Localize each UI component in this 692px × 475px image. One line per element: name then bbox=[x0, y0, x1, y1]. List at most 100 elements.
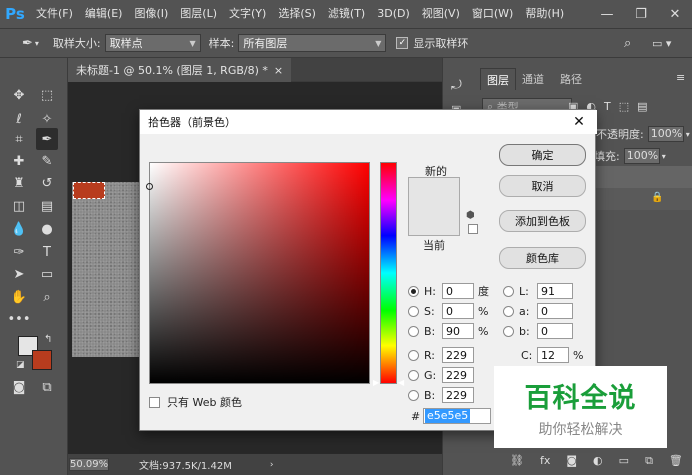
l-radio[interactable] bbox=[503, 285, 514, 297]
color-libraries-button[interactable]: 颜色库 bbox=[499, 247, 586, 269]
workspace-icon[interactable]: ▭ ▾ bbox=[652, 37, 671, 50]
only-web-colors-checkbox[interactable] bbox=[149, 396, 160, 408]
history-brush-tool-icon[interactable]: ↺ bbox=[36, 172, 58, 194]
marquee-tool-icon[interactable]: ⬚ bbox=[36, 84, 58, 106]
tab-layers[interactable]: 图层 bbox=[480, 68, 516, 90]
shape-filter-icon[interactable]: ⬚ bbox=[619, 100, 629, 113]
menu-window[interactable]: 窗口(W) bbox=[466, 0, 519, 28]
move-tool-icon[interactable]: ✥ bbox=[8, 84, 30, 106]
brush-tool-icon[interactable]: ✎ bbox=[36, 150, 58, 172]
hue-slider-left-arrow-icon[interactable]: ▶ bbox=[373, 378, 379, 387]
path-select-tool-icon[interactable]: ➤ bbox=[8, 263, 30, 285]
s-field[interactable]: 0 bbox=[442, 303, 474, 319]
opacity-field[interactable]: 100% bbox=[647, 126, 684, 142]
new-group-icon[interactable]: ▭ bbox=[619, 454, 629, 468]
l-field[interactable]: 91 bbox=[537, 283, 573, 299]
hue-slider[interactable] bbox=[380, 162, 397, 384]
current-color-swatch[interactable] bbox=[408, 207, 460, 236]
r-field[interactable]: 229 bbox=[442, 347, 474, 363]
type-filter-icon[interactable]: T bbox=[604, 100, 611, 113]
add-mask-icon[interactable]: ◙ bbox=[566, 454, 577, 468]
stamp-tool-icon[interactable]: ♜ bbox=[8, 172, 30, 194]
eraser-tool-icon[interactable]: ◫ bbox=[8, 195, 30, 217]
swap-colors-icon[interactable]: ↰ bbox=[44, 334, 52, 345]
screen-mode-icon[interactable]: ⧉ bbox=[36, 376, 58, 398]
gradient-tool-icon[interactable]: ▤ bbox=[36, 195, 58, 217]
a-field[interactable]: 0 bbox=[537, 303, 573, 319]
hue-slider-right-arrow-icon[interactable]: ◀ bbox=[398, 378, 404, 387]
hand-tool-icon[interactable]: ✋ bbox=[8, 286, 30, 308]
blue-field[interactable]: 229 bbox=[442, 387, 474, 403]
chevron-down-icon[interactable]: ▾ bbox=[662, 152, 666, 161]
g-radio[interactable] bbox=[408, 369, 419, 381]
healing-brush-tool-icon[interactable]: ✚ bbox=[8, 150, 30, 172]
magic-wand-tool-icon[interactable]: ✧ bbox=[36, 108, 58, 130]
h-radio[interactable] bbox=[408, 285, 419, 297]
type-tool-icon[interactable]: T bbox=[36, 241, 58, 263]
status-menu-arrow-icon[interactable]: › bbox=[270, 460, 274, 470]
zoom-level[interactable]: 50.09% bbox=[69, 458, 109, 471]
h-field[interactable]: 0 bbox=[442, 283, 474, 299]
menu-image[interactable]: 图像(I) bbox=[128, 0, 174, 28]
show-ring-checkbox[interactable]: ✓ bbox=[396, 37, 409, 49]
g-field[interactable]: 229 bbox=[442, 367, 474, 383]
panel-menu-icon[interactable]: ≡ bbox=[676, 71, 685, 84]
new-layer-icon[interactable]: ⧉ bbox=[645, 454, 653, 468]
lab-b-field[interactable]: 0 bbox=[537, 323, 573, 339]
tool-preset-chevron-icon[interactable]: ▾ bbox=[35, 39, 39, 48]
close-tab-icon[interactable]: × bbox=[274, 64, 283, 77]
blur-tool-icon[interactable]: 💧 bbox=[8, 218, 30, 240]
menu-3d[interactable]: 3D(D) bbox=[371, 0, 416, 28]
rectangle-tool-icon[interactable]: ▭ bbox=[36, 263, 58, 285]
add-to-swatches-button[interactable]: 添加到色板 bbox=[499, 210, 586, 232]
sample-size-select[interactable]: 取样点 ▼ bbox=[104, 34, 201, 52]
lab-b-radio[interactable] bbox=[503, 325, 514, 337]
link-layers-icon[interactable]: ⛓ bbox=[510, 454, 524, 468]
s-radio[interactable] bbox=[408, 305, 419, 317]
more-tools-icon[interactable]: ••• bbox=[8, 308, 31, 330]
background-color-swatch[interactable] bbox=[32, 350, 52, 370]
chevron-down-icon[interactable]: ▾ bbox=[686, 130, 690, 139]
menu-file[interactable]: 文件(F) bbox=[30, 0, 79, 28]
document-canvas[interactable] bbox=[72, 182, 142, 357]
eyedropper-tool-icon[interactable]: ✒ bbox=[36, 128, 58, 150]
smart-object-filter-icon[interactable]: ▤ bbox=[637, 100, 647, 113]
cancel-button[interactable]: 取消 bbox=[499, 175, 586, 197]
restore-icon[interactable]: ❐ bbox=[624, 0, 658, 28]
document-tab[interactable]: 未标题-1 @ 50.1% (图层 1, RGB/8) * × bbox=[68, 58, 292, 82]
adjustment-layer-icon[interactable]: ◐ bbox=[593, 454, 603, 468]
r-radio[interactable] bbox=[408, 349, 419, 361]
b-radio[interactable] bbox=[408, 325, 419, 337]
menu-view[interactable]: 视图(V) bbox=[416, 0, 466, 28]
pen-tool-icon[interactable]: ✑ bbox=[8, 241, 30, 263]
menu-help[interactable]: 帮助(H) bbox=[519, 0, 570, 28]
dodge-tool-icon[interactable]: ● bbox=[36, 218, 58, 240]
fill-field[interactable]: 100% bbox=[623, 148, 660, 164]
crop-tool-icon[interactable]: ⌗ bbox=[8, 128, 30, 150]
menu-layer[interactable]: 图层(L) bbox=[174, 0, 223, 28]
saturation-brightness-field[interactable] bbox=[149, 162, 370, 384]
sample-select[interactable]: 所有图层 ▼ bbox=[238, 34, 387, 52]
selection-rectangle[interactable] bbox=[73, 182, 105, 199]
close-icon[interactable]: ✕ bbox=[658, 0, 692, 28]
c-field[interactable]: 12 bbox=[537, 347, 569, 363]
fx-icon[interactable]: fx bbox=[540, 454, 550, 468]
hex-field[interactable]: e5e5e5 bbox=[423, 408, 491, 424]
a-radio[interactable] bbox=[503, 305, 514, 317]
search-icon[interactable]: ⌕ bbox=[624, 36, 631, 51]
quick-mask-icon[interactable]: ◙ bbox=[8, 376, 30, 398]
minimize-icon[interactable]: — bbox=[590, 0, 624, 28]
blue-radio[interactable] bbox=[408, 389, 419, 401]
delete-layer-icon[interactable]: 🗑 bbox=[669, 454, 683, 468]
zoom-tool-icon[interactable]: ⌕ bbox=[36, 286, 58, 308]
menu-select[interactable]: 选择(S) bbox=[272, 0, 322, 28]
menu-type[interactable]: 文字(Y) bbox=[223, 0, 272, 28]
menu-edit[interactable]: 编辑(E) bbox=[79, 0, 129, 28]
tab-paths[interactable]: 路径 bbox=[554, 68, 588, 90]
tab-channels[interactable]: 通道 bbox=[516, 68, 550, 90]
out-of-gamut-cube-icon[interactable]: ⬢ bbox=[466, 210, 475, 221]
close-icon[interactable]: ✕ bbox=[569, 112, 589, 132]
web-safe-swatch[interactable] bbox=[468, 224, 478, 234]
ok-button[interactable]: 确定 bbox=[499, 144, 586, 166]
lasso-tool-icon[interactable]: ℓ bbox=[8, 108, 30, 130]
